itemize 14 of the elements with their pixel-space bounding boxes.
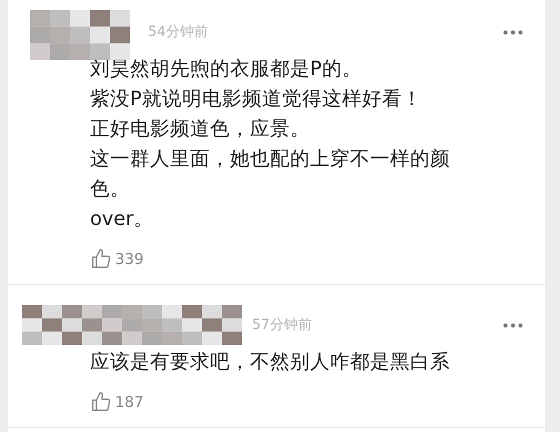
comment-text: 应该是有要求吧，不然别人咋都是黑白系 (90, 349, 450, 375)
comment-time: 57分钟前 (252, 316, 312, 334)
thumbs-up-icon (90, 248, 112, 270)
like-button[interactable]: 339 (90, 248, 144, 270)
thumbs-up-icon (90, 391, 112, 413)
comment-text: 正好电影频道色，应景。 (90, 116, 310, 142)
like-button[interactable]: 187 (90, 391, 144, 413)
more-icon (503, 322, 523, 328)
comment-text: 这一群人里面，她也配的上穿不一样的颜色。 (90, 146, 451, 202)
more-icon (503, 30, 523, 34)
comment-time: 54分钟前 (148, 23, 208, 41)
comment-text: over。 (90, 206, 154, 232)
comment-text: 刘昊然胡先煦的衣服都是P的。 (90, 56, 362, 82)
comment-text: 紫没P就说明电影频道觉得这样好看！ (90, 86, 422, 112)
